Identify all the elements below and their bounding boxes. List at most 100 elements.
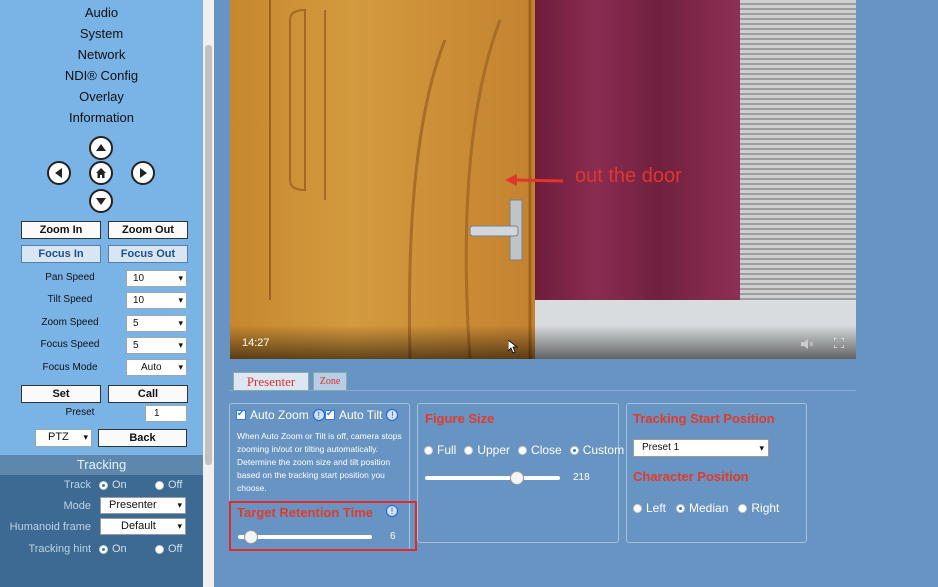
pan-speed-select[interactable]: 10 ▾ (126, 270, 187, 287)
mode-value: Presenter (109, 499, 157, 511)
checkbox-checked-icon (236, 408, 246, 420)
zoom-in-button[interactable]: Zoom In (21, 221, 101, 239)
radio-selected-icon[interactable] (569, 445, 579, 455)
hint-on-label: On (112, 543, 127, 555)
auto-tilt-checkbox[interactable]: Auto Tilt ! (325, 408, 399, 422)
zoom-speed-select[interactable]: 5 ▾ (126, 315, 187, 332)
zoom-speed-value: 5 (133, 318, 139, 329)
radio-selected-icon (99, 480, 108, 490)
radio-unselected-icon[interactable] (518, 445, 528, 455)
figure-size-options: Full Upper Close Custom (424, 443, 624, 457)
focus-in-button[interactable]: Focus In (21, 245, 101, 263)
auto-zoom-description: When Auto Zoom or Tilt is off, camera st… (237, 431, 402, 493)
humanoid-frame-select[interactable]: Default ▾ (100, 518, 186, 535)
focus-out-button[interactable]: Focus Out (108, 245, 188, 263)
video-control-bar (230, 325, 856, 359)
tilt-speed-value: 10 (133, 295, 145, 306)
track-on-radio[interactable]: On (99, 479, 127, 491)
call-button[interactable]: Call (108, 385, 188, 403)
figure-full-label[interactable]: Full (437, 443, 456, 457)
hint-off-label: Off (168, 543, 183, 555)
ptz-mode-select[interactable]: PTZ ▾ (35, 429, 92, 447)
menu-item-ndi-config[interactable]: NDI® Config (0, 66, 203, 86)
pan-speed-value: 10 (133, 273, 145, 284)
ptz-down-button[interactable] (89, 189, 113, 213)
set-button[interactable]: Set (21, 385, 101, 403)
tab-presenter[interactable]: Presenter (233, 372, 309, 391)
back-button[interactable]: Back (98, 429, 187, 447)
radio-unselected-icon (155, 480, 164, 490)
pan-speed-label: Pan Speed (45, 272, 95, 283)
sidebar-scrollbar-thumb[interactable] (205, 45, 212, 465)
ptz-home-button[interactable] (89, 161, 113, 185)
focus-mode-value: Auto (141, 362, 162, 373)
focus-mode-select[interactable]: Auto ▾ (126, 359, 187, 376)
arrow-left-icon (55, 168, 62, 178)
zoom-out-button[interactable]: Zoom Out (108, 221, 188, 239)
zoom-speed-label: Zoom Speed (41, 317, 99, 328)
menu-item-audio[interactable]: Audio (0, 3, 203, 23)
figure-size-value: 218 (573, 472, 590, 483)
arrow-up-icon (96, 144, 106, 151)
video-timestamp: 14:27 (242, 337, 270, 349)
radio-selected-icon[interactable] (676, 503, 686, 513)
video-preview[interactable]: out the door 14:27 (230, 0, 856, 359)
chevron-down-icon: ▾ (178, 362, 183, 372)
mute-icon[interactable] (800, 338, 814, 350)
figure-size-slider-knob[interactable] (509, 471, 524, 485)
ptz-up-button[interactable] (89, 136, 113, 160)
tracking-hint-label: Tracking hint (28, 543, 91, 555)
tracking-header: Tracking (0, 455, 203, 475)
focus-speed-select[interactable]: 5 ▾ (126, 337, 187, 354)
track-off-radio[interactable]: Off (155, 479, 182, 491)
figure-size-slider-track[interactable] (425, 476, 560, 480)
radio-unselected-icon[interactable] (424, 445, 433, 455)
preset-input[interactable]: 1 (145, 405, 187, 422)
preset-label: Preset (65, 407, 95, 418)
annotation-text: out the door (575, 165, 682, 187)
ptz-left-button[interactable] (47, 161, 71, 185)
fullscreen-icon[interactable] (834, 338, 844, 348)
annotation-arrow-icon (505, 174, 564, 186)
menu-item-system[interactable]: System (0, 24, 203, 44)
arrow-right-icon (140, 168, 147, 178)
position-median-label[interactable]: Median (689, 501, 728, 515)
figure-close-label[interactable]: Close (531, 443, 562, 457)
door-panels (269, 0, 532, 359)
ptz-mode-value: PTZ (48, 431, 69, 443)
auto-tilt-label: Auto Tilt (339, 408, 383, 422)
figure-custom-label[interactable]: Custom (583, 443, 624, 457)
chevron-down-icon: ▾ (178, 273, 183, 283)
tab-zone[interactable]: Zone (313, 372, 347, 391)
mode-label: Mode (63, 500, 91, 512)
track-label: Track (63, 479, 91, 491)
auto-zoom-checkbox[interactable]: Auto Zoom ! (236, 408, 325, 422)
mode-select[interactable]: Presenter ▾ (100, 497, 186, 514)
radio-unselected-icon[interactable] (464, 445, 474, 455)
tracking-start-value: Preset 1 (642, 442, 680, 453)
ptz-right-button[interactable] (131, 161, 155, 185)
info-icon[interactable]: ! (386, 409, 399, 421)
info-icon[interactable]: ! (312, 409, 325, 421)
radio-selected-icon (99, 544, 108, 554)
figure-upper-label[interactable]: Upper (477, 443, 510, 457)
focus-speed-value: 5 (133, 340, 139, 351)
home-icon (96, 168, 106, 178)
hint-on-radio[interactable]: On (99, 543, 127, 555)
humanoid-frame-value: Default (121, 520, 156, 532)
hint-off-radio[interactable]: Off (155, 543, 182, 555)
menu-item-information[interactable]: Information (0, 108, 203, 128)
chevron-down-icon: ▾ (759, 443, 764, 453)
position-left-label[interactable]: Left (646, 501, 666, 515)
radio-unselected-icon[interactable] (633, 503, 642, 513)
tracking-start-select[interactable]: Preset 1 ▾ (633, 439, 769, 457)
menu-item-network[interactable]: Network (0, 45, 203, 65)
figure-size-title: Figure Size (425, 411, 495, 426)
radio-unselected-icon[interactable] (738, 503, 748, 513)
position-right-label[interactable]: Right (751, 501, 779, 515)
track-on-label: On (112, 479, 127, 491)
character-position-options: Left Median Right (633, 501, 779, 515)
tilt-speed-label: Tilt Speed (47, 294, 93, 305)
menu-item-overlay[interactable]: Overlay (0, 87, 203, 107)
tilt-speed-select[interactable]: 10 ▾ (126, 292, 187, 309)
